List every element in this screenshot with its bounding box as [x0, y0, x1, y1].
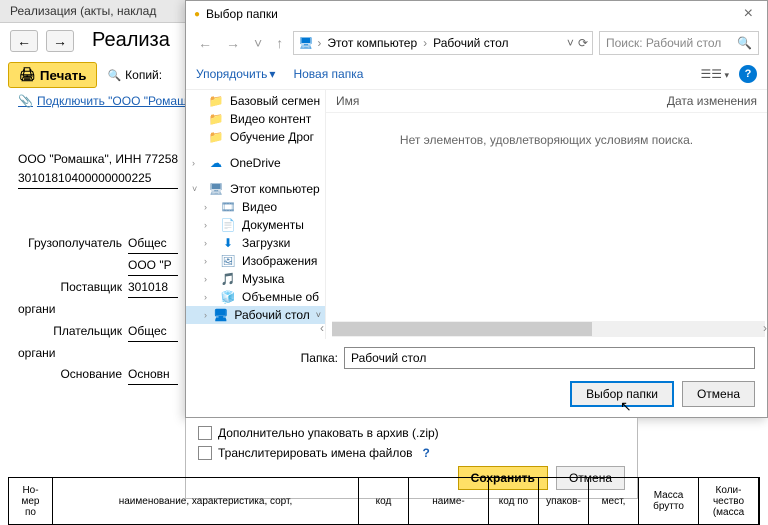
- nav-fwd-button[interactable]: →: [46, 30, 74, 52]
- help-icon[interactable]: ?: [739, 65, 757, 83]
- zip-label: Дополнительно упаковать в архив (.zip): [218, 426, 439, 440]
- col-places: мест,: [589, 478, 639, 524]
- col-name: наименование, характеристика, сорт,: [53, 478, 359, 524]
- tree-quick3[interactable]: 📁Обучение Дрог: [186, 128, 325, 146]
- nav-back-icon[interactable]: ←: [194, 35, 216, 51]
- col-mass: Массабрутто: [639, 478, 699, 524]
- file-list-area: ‹› Имя Дата изменения Нет элементов, удо…: [326, 90, 767, 339]
- cancel-button[interactable]: Отмена: [682, 381, 755, 407]
- refresh-icon[interactable]: ⟳: [578, 36, 588, 50]
- folder-tree[interactable]: 📁Базовый сегмен 📁Видео контент 📁Обучение…: [186, 90, 326, 339]
- tree-downloads[interactable]: ›⬇Загрузки: [186, 234, 325, 252]
- col-number: Но-мерпо: [9, 478, 53, 524]
- org-account: 30101810400000000225: [18, 171, 151, 185]
- tree-quick1[interactable]: 📁Базовый сегмен: [186, 92, 325, 110]
- page-title: Реализа: [92, 29, 170, 52]
- tree-music[interactable]: ›🎵Музыка: [186, 270, 325, 288]
- pc-icon: 🖥: [208, 182, 224, 196]
- music-icon: 🎵: [220, 272, 236, 286]
- close-icon[interactable]: ×: [738, 5, 759, 23]
- nav-back-button[interactable]: ←: [10, 30, 38, 52]
- copies-label[interactable]: Копий:: [107, 68, 162, 82]
- folder-icon: 📁: [208, 130, 224, 144]
- col-qty: Коли-чество(масса: [699, 478, 759, 524]
- print-button[interactable]: Печать: [8, 62, 97, 88]
- recent-dropdown-icon[interactable]: ˅: [250, 35, 266, 51]
- list-header[interactable]: Имя Дата изменения: [326, 90, 767, 113]
- zip-checkbox[interactable]: [198, 426, 212, 440]
- supplier-value: 301018: [128, 278, 178, 298]
- basis-label: Основание: [18, 365, 128, 384]
- search-icon: 🔍: [737, 36, 752, 50]
- addr-drop-icon[interactable]: ˅: [567, 36, 574, 50]
- basis-value: Основн: [128, 365, 178, 385]
- supplier-label: Поставщик: [18, 278, 128, 297]
- empty-message: Нет элементов, удовлетворяющих условиям …: [326, 113, 767, 321]
- folder-icon: 📁: [208, 112, 224, 126]
- address-bar[interactable]: 🖥 › Этот компьютер › Рабочий стол ˅⟳: [293, 31, 593, 55]
- col-pack-code: код по: [489, 478, 539, 524]
- dialog-toolbar: Упорядочить ▾ Новая папка ☰☰ ?: [186, 59, 767, 90]
- tree-quick2[interactable]: 📁Видео контент: [186, 110, 325, 128]
- organize-menu[interactable]: Упорядочить ▾: [196, 67, 275, 81]
- collapse-icon[interactable]: ˅: [192, 184, 202, 194]
- crumb-thispc[interactable]: Этот компьютер: [325, 36, 419, 50]
- expand-icon[interactable]: ›: [192, 158, 202, 168]
- objects3d-icon: 🧊: [220, 290, 236, 304]
- desktop-icon: 🖥: [213, 308, 228, 322]
- tree-desktop[interactable]: ›🖥Рабочий стол˅: [186, 306, 325, 324]
- nav-fwd-icon[interactable]: →: [222, 35, 244, 51]
- payer-label: Плательщик: [18, 322, 128, 341]
- tree-onedrive[interactable]: ›☁OneDrive: [186, 154, 325, 172]
- org-name: ООО "Ромашка", ИНН 77258: [18, 152, 178, 166]
- dialog-titlebar[interactable]: ● Выбор папки ×: [186, 1, 767, 27]
- address-row: ← → ˅ ↑ 🖥 › Этот компьютер › Рабочий сто…: [186, 27, 767, 59]
- tree-hscrollbar[interactable]: ‹›: [332, 321, 765, 337]
- pictures-icon: 🖼: [220, 254, 236, 268]
- folder-picker-dialog: ● Выбор папки × ← → ˅ ↑ 🖥 › Этот компьют…: [185, 0, 768, 418]
- tree-thispc[interactable]: ˅🖥Этот компьютер: [186, 180, 325, 198]
- dialog-title: Выбор папки: [206, 7, 278, 21]
- col-name[interactable]: Имя: [336, 94, 667, 108]
- video-icon: 🎞: [220, 200, 236, 214]
- tree-documents[interactable]: ›📄Документы: [186, 216, 325, 234]
- view-mode-button[interactable]: ☰☰: [700, 67, 729, 81]
- downloads-icon: ⬇: [220, 236, 236, 250]
- dialog-footer: Папка: Выбор папки Отмена: [186, 339, 767, 417]
- invoice-table-header: Но-мерпо наименование, характеристика, с…: [8, 477, 760, 525]
- col-code: код: [359, 478, 409, 524]
- dialog-icon: ●: [194, 9, 200, 20]
- col-pack-name: наиме-: [409, 478, 489, 524]
- consignee-label: Грузополучатель: [18, 234, 128, 253]
- tree-video[interactable]: ›🎞Видео: [186, 198, 325, 216]
- org-block: ООО "Ромашка", ИНН 77258 301018104000000…: [18, 150, 178, 189]
- nav-up-icon[interactable]: ↑: [272, 35, 287, 51]
- tree-pictures[interactable]: ›🖼Изображения: [186, 252, 325, 270]
- crumb-desktop[interactable]: Рабочий стол: [431, 36, 510, 50]
- select-folder-button[interactable]: Выбор папки: [570, 381, 674, 407]
- folder-icon: 📁: [208, 94, 224, 108]
- payer-value: Общес: [128, 322, 178, 342]
- col-date[interactable]: Дата изменения: [667, 94, 757, 108]
- new-folder-button[interactable]: Новая папка: [293, 67, 363, 81]
- folder-name-input[interactable]: [344, 347, 755, 369]
- onedrive-icon: ☁: [208, 156, 224, 170]
- translit-label: Транслитерировать имена файлов: [218, 446, 413, 460]
- tree-3dobjects[interactable]: ›🧊Объемные об: [186, 288, 325, 306]
- col-inpack: упаков-: [539, 478, 589, 524]
- folder-name-label: Папка:: [198, 351, 338, 365]
- translit-checkbox[interactable]: [198, 446, 212, 460]
- pc-icon: 🖥: [298, 36, 313, 50]
- help-icon[interactable]: ?: [423, 446, 430, 460]
- consignee-value: Общес: [128, 234, 178, 254]
- supplier-prefix: ООО "Р: [128, 256, 178, 276]
- documents-icon: 📄: [220, 218, 236, 232]
- search-input[interactable]: Поиск: Рабочий стол 🔍: [599, 31, 759, 55]
- search-placeholder: Поиск: Рабочий стол: [606, 36, 721, 50]
